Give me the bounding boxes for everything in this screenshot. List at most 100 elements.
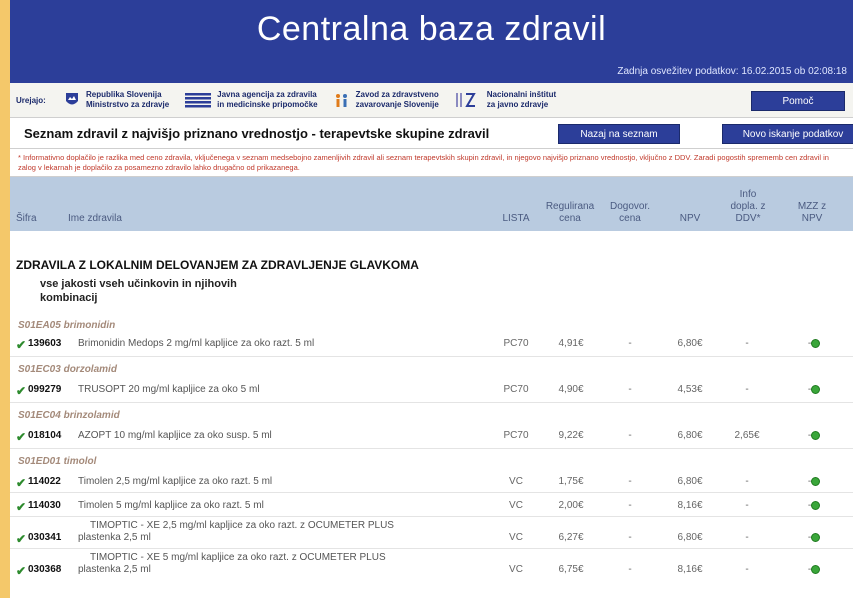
row-sifra[interactable]: 030341 — [28, 532, 61, 543]
row-npv: 6,80€ — [677, 476, 703, 487]
row-divider — [10, 448, 853, 449]
check-icon: ✔ — [16, 384, 27, 398]
jazmp-line1: Javna agencija za zdravila — [217, 90, 317, 99]
row-divider — [10, 516, 853, 517]
row-reg-cena: 9,22€ — [558, 430, 584, 441]
row-dog-cena: - — [628, 384, 632, 395]
shield-icon — [66, 93, 78, 105]
row-ime[interactable]: TIMOPTIC - XE 5 mg/ml kapljice za oko ra… — [78, 552, 386, 576]
help-button[interactable]: Pomoč — [751, 91, 845, 111]
row-lista: VC — [509, 532, 523, 543]
row-ime-l1: TIMOPTIC - XE 5 mg/ml kapljice za oko ra… — [90, 552, 386, 563]
col-dog-cena-l2: cena — [619, 213, 641, 224]
check-icon: ✔ — [16, 532, 27, 546]
col-info-doplacilo[interactable]: Info dopla. z DDV* — [722, 189, 774, 225]
row-reg-cena: 1,75€ — [558, 476, 584, 487]
row-mzz[interactable]: - — [794, 338, 834, 349]
row-mzz[interactable]: - — [794, 564, 834, 575]
row-reg-cena: 6,27€ — [558, 532, 584, 543]
check-icon: ✔ — [16, 338, 27, 352]
row-reg-cena: 4,91€ — [558, 338, 584, 349]
col-npv[interactable]: NPV — [672, 213, 708, 225]
row-sifra[interactable]: 114030 — [28, 500, 61, 511]
col-dog-cena[interactable]: Dogovor. cena — [606, 201, 654, 225]
row-sifra[interactable]: 018104 — [28, 430, 61, 441]
col-ime[interactable]: Ime zdravila — [68, 213, 122, 225]
row-info: - — [745, 338, 749, 349]
row-info: - — [745, 476, 749, 487]
row-ime[interactable]: TIMOPTIC - XE 2,5 mg/ml kapljice za oko … — [78, 520, 394, 544]
status-dot-icon — [811, 500, 821, 510]
table-header: Šifra Ime zdravila LISTA Regulirana cena… — [10, 177, 853, 231]
row-lista: PC70 — [503, 430, 529, 441]
col-mzz-l2: NPV — [801, 213, 823, 224]
row-ime[interactable]: TRUSOPT 20 mg/ml kapljice za oko 5 ml — [78, 384, 260, 396]
col-mzz[interactable]: MZZ z NPV — [788, 201, 836, 225]
row-ime[interactable]: Brimonidin Medops 2 mg/ml kapljice za ok… — [78, 338, 314, 350]
status-dot-icon — [811, 532, 821, 542]
nijz-line2: za javno zdravje — [486, 100, 549, 109]
row-info: - — [745, 384, 749, 395]
row-sifra[interactable]: 099279 — [28, 384, 61, 395]
row-mzz[interactable]: - — [794, 476, 834, 487]
row-lista: VC — [509, 500, 523, 511]
row-mzz[interactable]: - — [794, 430, 834, 441]
col-dog-cena-l1: Dogovor. — [609, 201, 651, 212]
row-ime[interactable]: Timolen 2,5 mg/ml kapljice za oko razt. … — [78, 476, 272, 488]
status-dot-icon — [811, 564, 821, 574]
row-sifra[interactable]: 030368 — [28, 564, 61, 575]
row-reg-cena: 4,90€ — [558, 384, 584, 395]
site-title: Centralna baza zdravil — [256, 10, 607, 48]
row-divider — [10, 548, 853, 549]
check-icon: ✔ — [16, 430, 27, 444]
row-info: - — [745, 532, 749, 543]
row-ime-l2: plastenka 2,5 ml — [78, 532, 151, 543]
ministry-line1: Republika Slovenija — [86, 90, 162, 99]
row-dog-cena: - — [628, 500, 632, 511]
row-ime[interactable]: Timolen 5 mg/ml kapljice za oko razt. 5 … — [78, 500, 264, 512]
col-lista[interactable]: LISTA — [496, 213, 536, 225]
row-npv: 4,53€ — [677, 384, 703, 395]
nijz-logo — [455, 93, 476, 107]
row-mzz[interactable]: - — [794, 532, 834, 543]
row-ime-l1: TIMOPTIC - XE 2,5 mg/ml kapljice za oko … — [90, 520, 394, 531]
col-reg-cena[interactable]: Regulirana cena — [542, 201, 598, 225]
zzzs-line1: Zavod za zdravstveno — [355, 90, 439, 99]
col-reg-cena-l2: cena — [559, 213, 581, 224]
toolbar: Seznam zdravil z najvišjo priznano vredn… — [10, 118, 853, 149]
check-icon: ✔ — [16, 476, 27, 490]
atc-group: S01EC03 dorzolamid — [18, 364, 117, 375]
row-divider — [10, 402, 853, 403]
col-info-l1: Info — [739, 189, 757, 200]
row-dog-cena: - — [628, 532, 632, 543]
institution-ministry[interactable]: Republika Slovenija Ministrstvo za zdrav… — [64, 90, 169, 110]
page: Centralna baza zdravil Zadnja osvežitev … — [10, 0, 853, 598]
last-update: Zadnja osvežitev podatkov: 16.02.2015 ob… — [617, 66, 847, 77]
back-to-list-button[interactable]: Nazaj na seznam — [558, 124, 680, 144]
row-ime[interactable]: AZOPT 10 mg/ml kapljice za oko susp. 5 m… — [78, 430, 272, 442]
institution-nijz[interactable]: Nacionalni inštitut za javno zdravje — [455, 90, 556, 110]
row-npv: 6,80€ — [677, 532, 703, 543]
row-mzz[interactable]: - — [794, 384, 834, 395]
col-mzz-l1: MZZ z — [797, 201, 827, 212]
row-dog-cena: - — [628, 564, 632, 575]
atc-group: S01EA05 brimonidin — [18, 320, 116, 331]
institution-jazmp[interactable]: Javna agencija za zdravila in medicinske… — [185, 90, 318, 110]
site-header: Centralna baza zdravil Zadnja osvežitev … — [10, 0, 853, 83]
row-mzz[interactable]: - — [794, 500, 834, 511]
nijz-line1: Nacionalni inštitut — [486, 90, 557, 99]
row-sifra[interactable]: 139603 — [28, 338, 61, 349]
col-sifra[interactable]: Šifra — [16, 213, 37, 225]
status-dot-icon — [811, 384, 821, 394]
jazmp-line2: in medicinske pripomočke — [217, 100, 318, 109]
col-info-l3: DDV* — [735, 213, 761, 224]
new-search-button[interactable]: Novo iskanje podatkov — [722, 124, 853, 144]
row-divider — [10, 356, 853, 357]
status-dot-icon — [811, 476, 821, 486]
atc-group: S01ED01 timolol — [18, 456, 97, 467]
row-lista: VC — [509, 476, 523, 487]
row-sifra[interactable]: 114022 — [28, 476, 61, 487]
institution-zzzs[interactable]: Zavod za zdravstveno zavarovanje Sloveni… — [334, 90, 439, 110]
row-reg-cena: 6,75€ — [558, 564, 584, 575]
row-divider — [10, 492, 853, 493]
